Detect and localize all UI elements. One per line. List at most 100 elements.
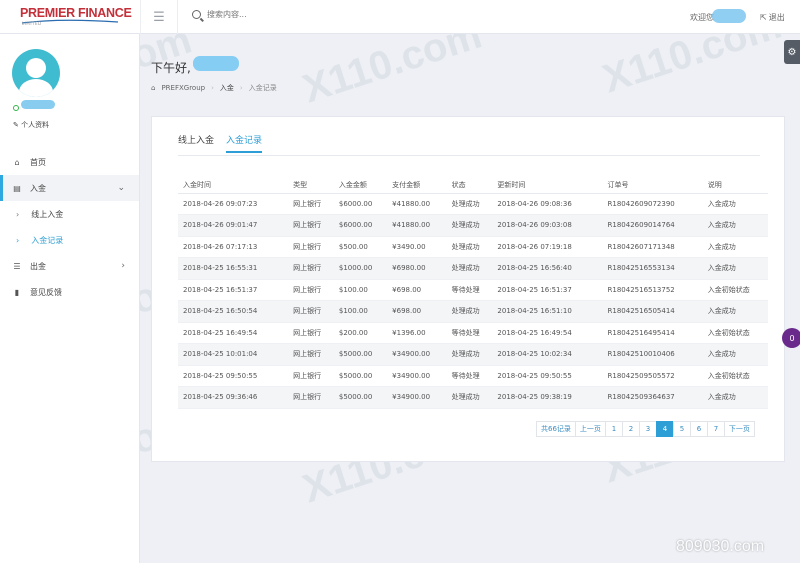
paid-amount-cell: ¥34900.00: [387, 365, 447, 387]
table-row: 2018-04-26 09:07:23 网上银行 $6000.00 ¥41880.00…: [178, 193, 768, 215]
table-row: 2018-04-26 09:01:47 网上银行 $6000.00 ¥41880.00…: [178, 214, 768, 237]
deposit-amount-cell: $6000.00: [333, 193, 388, 215]
note-cell: 入金成功: [702, 193, 768, 215]
breadcrumb-item[interactable]: PREFXGroup: [161, 84, 205, 92]
order-no-cell: R18042516495414: [602, 322, 703, 344]
logo-subtitle: LIMITED: [22, 21, 42, 26]
sidebar-item-label: 出金: [30, 261, 46, 271]
pagination-page-3[interactable]: 3: [638, 421, 657, 437]
avatar[interactable]: [12, 49, 60, 97]
logo-text: PREMIER FINANCE: [20, 6, 132, 20]
updated-time-cell: 2018-04-25 09:38:19: [492, 386, 603, 409]
type-cell: 网上银行: [288, 322, 334, 344]
username-redacted: [712, 9, 746, 23]
type-cell: 网上银行: [288, 300, 334, 323]
pagination-page-6[interactable]: 6: [689, 421, 708, 437]
order-no-cell: R18042516513752: [602, 279, 703, 301]
sidebar-item-home[interactable]: ⌂ 首页: [0, 149, 139, 175]
table-row: 2018-04-25 16:50:54 网上银行 $100.00 ¥698.00 处理成…: [178, 300, 768, 323]
paid-amount-cell: ¥34900.00: [387, 386, 447, 409]
deposit-time-cell: 2018-04-26 07:17:13: [178, 236, 289, 258]
sidebar-subitem-deposit-records[interactable]: › 入金记录: [0, 227, 139, 253]
deposit-time-cell: 2018-04-25 09:36:46: [178, 386, 289, 409]
sidebar-item-label: 意见反馈: [30, 287, 62, 297]
greeting: 下午好,: [151, 61, 191, 75]
chevron-down-icon: ⌄: [117, 183, 125, 193]
sidebar-item-label: 首页: [30, 157, 46, 167]
table-row: 2018-04-26 07:17:13 网上银行 $500.00 ¥3490.00 处理…: [178, 236, 768, 258]
pencil-icon: ✎: [13, 121, 19, 129]
order-no-cell: R18042607171348: [602, 236, 703, 258]
search-input[interactable]: [207, 10, 317, 19]
online-status-icon: [13, 105, 19, 111]
note-cell: 入金成功: [702, 300, 768, 323]
updated-time-cell: 2018-04-25 10:02:34: [492, 343, 603, 366]
tab-bar: 线上入金 入金记录: [178, 133, 263, 153]
type-cell: 网上银行: [288, 236, 334, 258]
breadcrumb-separator: ›: [211, 84, 214, 92]
type-cell: 网上银行: [288, 279, 334, 301]
updated-time-cell: 2018-04-25 09:50:55: [492, 365, 603, 387]
paid-amount-cell: ¥41880.00: [387, 214, 447, 237]
order-no-cell: R18042516553134: [602, 257, 703, 280]
sidebar-item-withdraw[interactable]: ☰ 出金 ›: [0, 253, 139, 279]
type-cell: 网上银行: [288, 257, 334, 280]
sidebar-nav: ⌂ 首页 ▤ 入金 ⌄ › 线上入金 › 入金记录 ☰ 出金 › ▮ 意见反馈: [0, 149, 139, 305]
chat-button[interactable]: 0: [782, 328, 800, 348]
username-redacted: [21, 100, 55, 109]
pagination-page-4[interactable]: 4: [655, 421, 674, 437]
deposit-time-cell: 2018-04-26 09:01:47: [178, 214, 289, 237]
top-bar: PREMIER FINANCE LIMITED ☰ 欢迎您 ⇱退出: [0, 0, 800, 34]
table-row: 2018-04-25 16:55:31 网上银行 $1000.00 ¥6980.00 处…: [178, 257, 768, 280]
breadcrumb-item[interactable]: 入金: [220, 83, 234, 93]
pagination-prev-button[interactable]: 上一页: [574, 421, 606, 437]
deposit-amount-cell: $1000.00: [333, 257, 388, 280]
tab-online-deposit[interactable]: 线上入金: [178, 133, 214, 153]
settings-button[interactable]: ⚙: [784, 40, 800, 64]
note-cell: 入金初始状态: [702, 279, 768, 301]
pagination-page-1[interactable]: 1: [604, 421, 623, 437]
th-order-no: 订单号: [602, 177, 703, 194]
paid-amount-cell: ¥3490.00: [387, 236, 447, 258]
search-bar: [192, 10, 317, 19]
sidebar-item-label: 入金: [30, 183, 46, 193]
logout-label: 退出: [768, 13, 785, 22]
note-cell: 入金成功: [702, 257, 768, 280]
deposit-time-cell: 2018-04-25 10:01:04: [178, 343, 289, 366]
deposit-time-cell: 2018-04-25 16:49:54: [178, 322, 289, 344]
deposit-amount-cell: $5000.00: [333, 365, 388, 387]
table-row: 2018-04-25 09:36:46 网上银行 $5000.00 ¥34900.00…: [178, 386, 768, 409]
profile-link[interactable]: ✎ 个人资料: [13, 120, 49, 130]
deposit-amount-cell: $5000.00: [333, 386, 388, 409]
status-cell: 处理成功: [446, 257, 493, 280]
type-cell: 网上银行: [288, 193, 334, 215]
welcome-text: 欢迎您: [690, 13, 714, 22]
menu-toggle-button[interactable]: ☰: [140, 0, 178, 34]
paid-amount-cell: ¥41880.00: [387, 193, 447, 215]
updated-time-cell: 2018-04-25 16:56:40: [492, 257, 603, 280]
breadcrumb-current: 入金记录: [248, 84, 277, 92]
logout-button[interactable]: ⇱ 退出: [760, 12, 785, 23]
type-cell: 网上银行: [288, 214, 334, 237]
pagination-page-5[interactable]: 5: [672, 421, 691, 437]
note-cell: 入金成功: [702, 343, 768, 366]
order-no-cell: R18042609014764: [602, 214, 703, 237]
deposit-time-cell: 2018-04-25 16:50:54: [178, 300, 289, 323]
deposit-records-table: 入金时间 类型 入金金额 支付金额 状态 更新时间 订单号 说明 2018-04-26 09:…: [178, 177, 768, 409]
type-cell: 网上银行: [288, 365, 334, 387]
tab-deposit-records[interactable]: 入金记录: [226, 133, 263, 153]
sidebar-item-feedback[interactable]: ▮ 意见反馈: [0, 279, 139, 305]
deposit-time-cell: 2018-04-25 16:55:31: [178, 257, 289, 280]
sidebar-item-deposit[interactable]: ▤ 入金 ⌄: [0, 175, 139, 201]
sidebar-subitem-online-deposit[interactable]: › 线上入金: [0, 201, 139, 227]
status-cell: 处理成功: [446, 193, 493, 215]
table-row: 2018-04-25 10:01:04 网上银行 $5000.00 ¥34900.00…: [178, 343, 768, 366]
pagination-page-2[interactable]: 2: [621, 421, 640, 437]
pagination-next-button[interactable]: 下一页: [723, 421, 755, 437]
breadcrumb-separator: ›: [239, 84, 243, 92]
pagination-page-7[interactable]: 7: [706, 421, 725, 437]
brand-logo[interactable]: PREMIER FINANCE LIMITED: [20, 6, 132, 30]
th-paid-amount: 支付金额: [387, 177, 447, 194]
corner-watermark: 809030.com: [676, 538, 765, 555]
status-cell: 处理成功: [446, 214, 493, 237]
